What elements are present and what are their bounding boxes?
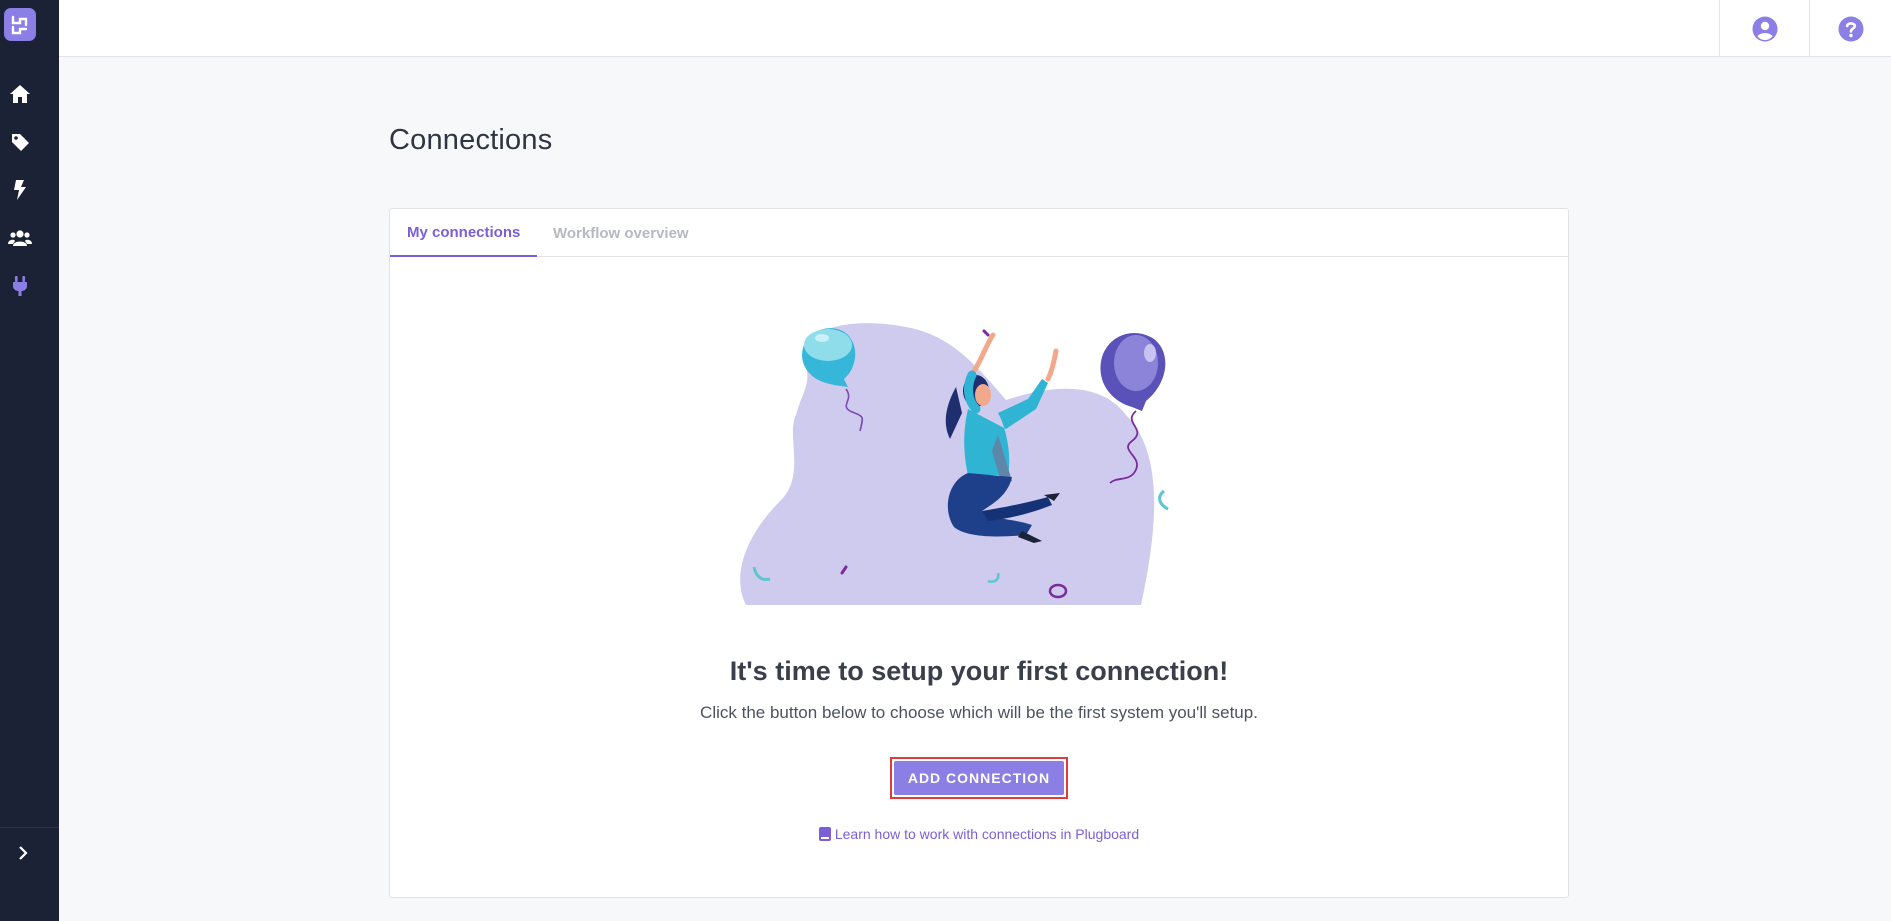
tab-workflow-overview[interactable]: Workflow overview	[536, 209, 706, 257]
sidebar-item-users[interactable]	[0, 222, 39, 254]
help-icon	[1838, 16, 1863, 41]
book-icon	[818, 827, 831, 841]
user-account-icon	[1752, 16, 1777, 41]
home-icon	[9, 85, 30, 103]
plug-icon	[12, 276, 27, 296]
help-link[interactable]: Learn how to work with connections in Pl…	[390, 826, 1568, 842]
sidebar-item-connections[interactable]	[0, 270, 39, 302]
sidebar-item-tags[interactable]	[0, 126, 39, 158]
account-button[interactable]	[1719, 0, 1809, 57]
help-button[interactable]	[1809, 0, 1891, 57]
add-connection-highlight: ADD CONNECTION	[890, 757, 1068, 799]
top-bar	[59, 0, 1891, 57]
chevron-right-icon	[19, 846, 28, 860]
empty-state-subtext: Click the button below to choose which w…	[700, 703, 1258, 722]
connections-card: My connections Workflow overview It's ti…	[389, 208, 1569, 898]
page-title: Connections	[389, 124, 553, 156]
celebration-illustration	[740, 323, 1169, 605]
tab-my-connections[interactable]: My connections	[390, 209, 538, 257]
tag-icon	[11, 134, 29, 151]
sidebar-divider	[0, 827, 59, 828]
sidebar-item-home[interactable]	[0, 78, 39, 110]
add-connection-button[interactable]: ADD CONNECTION	[894, 761, 1064, 795]
users-icon	[7, 230, 32, 246]
empty-state-headline: It's time to setup your first connection…	[729, 656, 1229, 686]
sidebar-item-triggers[interactable]	[0, 174, 39, 206]
lightning-icon	[13, 180, 26, 200]
sidebar-expand-button[interactable]	[12, 838, 34, 868]
help-link-label[interactable]: Learn how to work with connections in Pl…	[835, 826, 1139, 842]
tab-bar: My connections Workflow overview	[390, 209, 1568, 257]
sidebar	[0, 0, 59, 921]
plugboard-logo-icon[interactable]	[4, 8, 36, 41]
